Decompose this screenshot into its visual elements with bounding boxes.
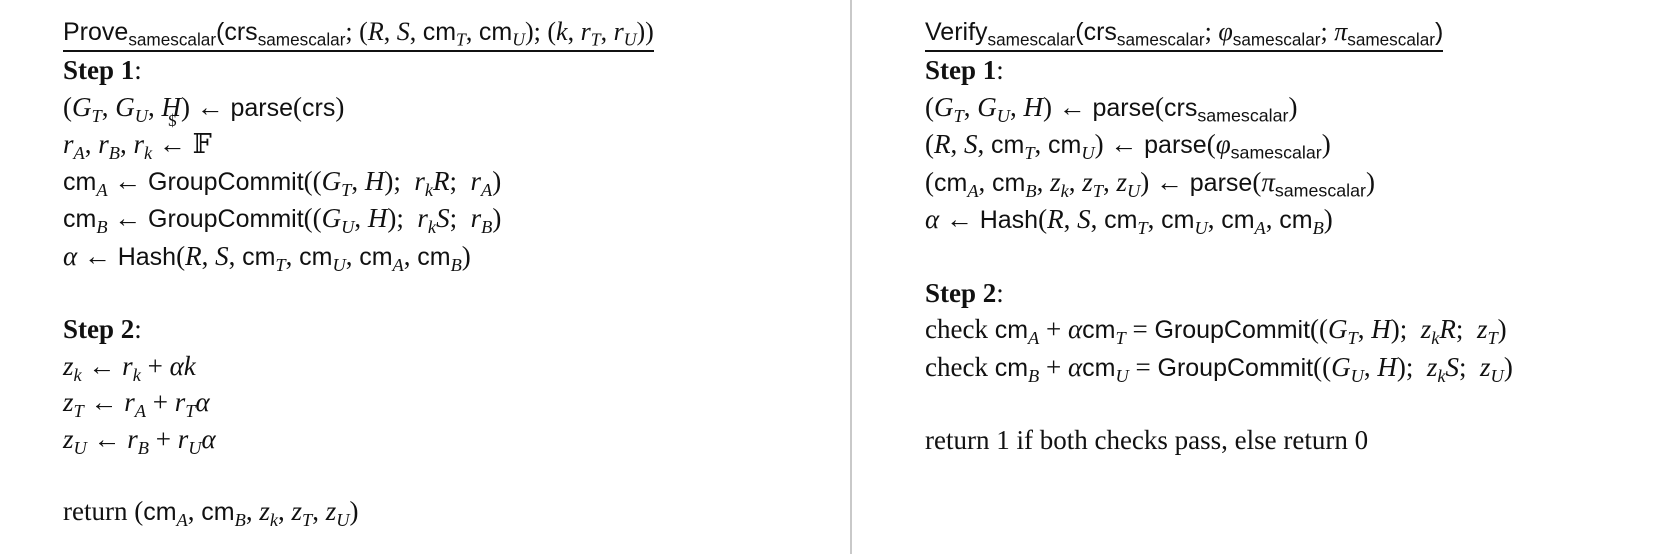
verify-title: Verifysamescalar(crssamescalar; φsamesca… [925,14,1444,52]
verify-step1-heading: Step 1: [925,55,1004,85]
prove-step1-line3: cmA ← GroupCommit((GT, H); rkR; rA) [63,165,502,200]
prove-return: return (cmA, cmB, zk, zT, zU) [63,496,359,530]
verify-check1: check cmA + αcmT = GroupCommit((GT, H); … [925,314,1507,348]
verify-step1-line4: α ← Hash(R, S, cmT, cmU, cmA, cmB) [925,204,1333,238]
prove-step1-line2: rA, rB, rk $ ← 𝔽 [63,111,212,163]
verify-check2: check cmB + αcmU = GroupCommit((GU, H); … [925,351,1513,386]
prove-title: Provesamescalar(crssamescalar; (R, S, cm… [63,14,654,52]
verify-step1-line3: (cmA, cmB, zk, zT, zU) ← parse(πsamescal… [925,166,1375,201]
random-sample-arrow: $ ← [158,111,186,159]
verify-step1-line2: (R, S, cmT, cmU) ← parse(φsamescalar) [925,129,1331,163]
verify-step2-heading: Step 2: [925,277,1004,308]
verify-step1-line1: (GT, GU, H) ← parse(crssamescalar) [925,91,1298,126]
prove-step1-heading: Step 1: [63,55,142,85]
prove-step2-line2: zT ← rA + rTα [63,387,210,421]
prove-step1-line5: α ← Hash(R, S, cmT, cmU, cmA, cmB) [63,240,471,275]
prove-step2-heading: Step 2: [63,314,142,344]
column-divider [850,0,852,554]
prove-algorithm: Provesamescalar(crssamescalar; (R, S, cm… [63,14,823,531]
verify-return: return 1 if both checks pass, else retur… [925,425,1369,455]
prove-step2-line3: zU ← rB + rUα [63,423,216,458]
prove-step1-line4: cmB ← GroupCommit((GU, H); rkS; rB) [63,203,502,237]
prove-step2-line1: zk ← rk + αk [63,350,196,385]
verify-algorithm: Verifysamescalar(crssamescalar; φsamesca… [925,14,1665,459]
